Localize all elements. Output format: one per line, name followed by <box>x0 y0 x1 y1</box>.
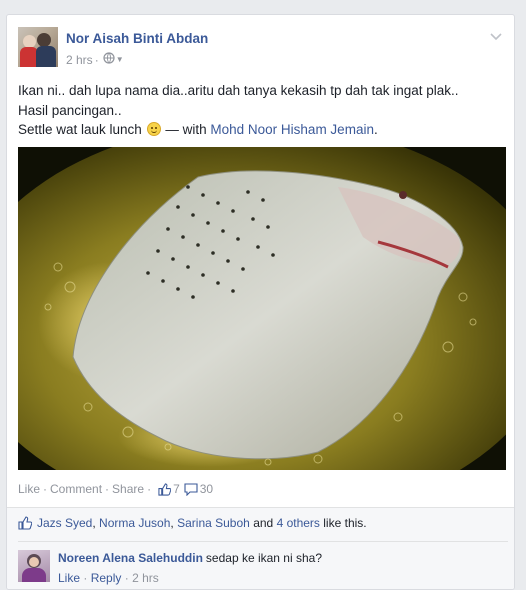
meta-separator: · <box>94 52 99 67</box>
liker-link[interactable]: Sarina Suboh <box>177 516 250 530</box>
post-card: Nor Aisah Binti Abdan 2 hrs · ▼ Ikan ni.… <box>6 14 515 590</box>
likes-comma: , <box>92 516 96 530</box>
post-text-lunch: Settle wat lauk lunch <box>18 122 142 137</box>
likes-others-link[interactable]: 4 others <box>277 516 320 530</box>
comment-action[interactable]: Comment <box>50 482 102 496</box>
globe-icon[interactable] <box>103 52 115 67</box>
privacy-caret-icon[interactable]: ▼ <box>116 55 124 64</box>
action-separator: · <box>147 482 152 496</box>
share-action[interactable]: Share <box>112 482 144 496</box>
like-count[interactable]: 7 <box>158 482 180 496</box>
post-text-line-3: Settle wat lauk lunch — with Mohd Noor H… <box>18 120 508 140</box>
smile-emoji-icon <box>146 122 161 136</box>
comment-timestamp[interactable]: 2 hrs <box>132 571 159 585</box>
comment-count-value: 30 <box>199 482 214 496</box>
post-text-line-1: Ikan ni.. dah lupa nama dia..aritu dah t… <box>18 83 459 98</box>
chevron-down-icon[interactable] <box>489 29 503 43</box>
comment-body: Noreen Alena Salehuddin sedap ke ikan ni … <box>58 551 498 585</box>
comment-count[interactable]: 30 <box>184 482 213 496</box>
speech-bubble-icon <box>184 482 198 496</box>
commenter-avatar[interactable] <box>18 550 50 582</box>
divider <box>18 541 508 542</box>
thumbs-up-icon <box>158 482 172 496</box>
likes-and: and <box>253 516 274 530</box>
likes-comma: , <box>170 516 174 530</box>
post-text-line-2: Hasil pancingan.. <box>18 102 122 118</box>
post-text: Ikan ni.. dah lupa nama dia..aritu dah t… <box>18 81 508 140</box>
thumbs-up-icon <box>18 516 32 530</box>
liker-link[interactable]: Norma Jusoh <box>99 516 170 530</box>
commenter-name-link[interactable]: Noreen Alena Salehuddin <box>58 551 203 565</box>
liker-link[interactable]: Jazs Syed <box>37 516 92 530</box>
author-name-link[interactable]: Nor Aisah Binti Abdan <box>66 31 208 46</box>
comment-like-link[interactable]: Like <box>58 571 80 585</box>
comment-text: sedap ke ikan ni sha? <box>205 551 323 565</box>
post-photo[interactable] <box>18 147 506 470</box>
with-label: — with <box>165 122 207 137</box>
tag-period: . <box>373 122 378 137</box>
like-action[interactable]: Like <box>18 482 40 496</box>
post-timestamp[interactable]: 2 hrs <box>66 53 93 67</box>
comment-separator: · <box>83 571 88 585</box>
action-separator: · <box>105 482 110 496</box>
comment-reply-link[interactable]: Reply <box>91 571 122 585</box>
tagged-friend-link[interactable]: Mohd Noor Hisham Jemain <box>210 122 374 137</box>
likes-summary: Jazs Syed, Norma Jusoh, Sarina Suboh and… <box>18 516 367 530</box>
comment-meta: Like · Reply · 2 hrs <box>58 571 498 585</box>
feedback-section: Jazs Syed, Norma Jusoh, Sarina Suboh and… <box>7 507 514 589</box>
comment-separator: · <box>124 571 129 585</box>
author-avatar[interactable] <box>18 27 58 67</box>
post-meta: 2 hrs · ▼ <box>66 52 124 67</box>
like-count-value: 7 <box>173 482 180 496</box>
post-actions: Like · Comment · Share · 7 30 <box>18 482 213 496</box>
action-separator: · <box>43 482 48 496</box>
likes-suffix: like this. <box>323 516 367 530</box>
